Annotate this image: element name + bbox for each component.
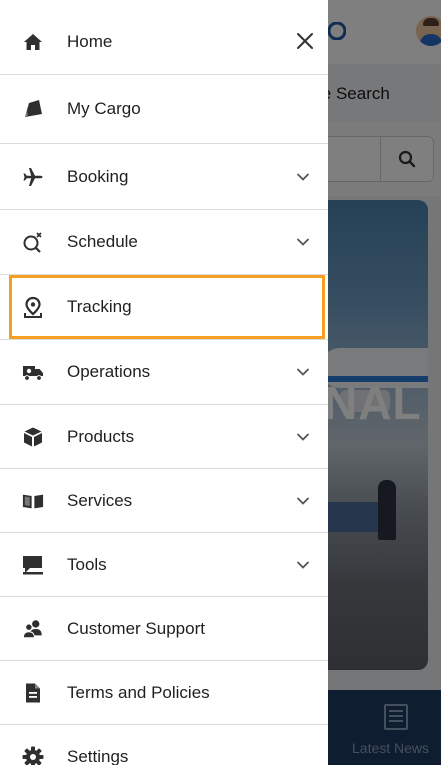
menu-item-booking[interactable]: Booking <box>0 144 328 210</box>
chevron-down-icon <box>297 433 309 441</box>
chevron-down-icon <box>297 238 309 246</box>
navigation-drawer: Home My Cargo Booking Schedule Tracking <box>0 0 328 765</box>
menu-item-tracking[interactable]: Tracking <box>0 275 328 340</box>
truck-icon <box>22 361 44 383</box>
menu-item-label: Terms and Policies <box>67 682 210 702</box>
close-icon[interactable] <box>294 30 316 52</box>
book-icon <box>22 490 44 512</box>
tools-icon <box>22 554 44 576</box>
menu-item-customer-support[interactable]: Customer Support <box>0 597 328 661</box>
users-icon <box>22 618 44 640</box>
menu-item-home[interactable]: Home <box>0 10 328 75</box>
menu-item-products[interactable]: Products <box>0 405 328 469</box>
menu-item-label: Customer Support <box>67 618 205 638</box>
menu-item-label: Booking <box>67 166 129 186</box>
menu-item-label: Services <box>67 490 133 510</box>
schedule-icon <box>22 231 44 253</box>
chevron-down-icon <box>297 173 309 181</box>
menu-item-label: Operations <box>67 362 151 381</box>
menu-item-schedule[interactable]: Schedule <box>0 210 328 275</box>
menu-item-label: Settings <box>67 747 129 765</box>
airplane-icon <box>22 166 44 188</box>
menu-item-label: Home <box>67 32 113 51</box>
menu-item-label: Tools <box>67 554 107 574</box>
menu-item-label: Products <box>67 426 135 446</box>
menu-item-settings[interactable]: Settings <box>0 725 328 765</box>
chevron-down-icon <box>297 368 309 376</box>
menu-item-services[interactable]: Services <box>0 469 328 533</box>
box-icon <box>22 426 44 448</box>
chevron-down-icon <box>297 497 309 505</box>
home-icon <box>22 31 44 53</box>
menu-item-my-cargo[interactable]: My Cargo <box>0 75 328 144</box>
map-pin-icon <box>22 296 44 318</box>
menu-item-terms-and-policies[interactable]: Terms and Policies <box>0 661 328 725</box>
menu-item-tools[interactable]: Tools <box>0 533 328 597</box>
gear-icon <box>22 746 44 765</box>
document-icon <box>22 682 44 704</box>
menu-item-operations[interactable]: Operations <box>0 340 328 405</box>
menu-item-label: My Cargo <box>67 99 141 118</box>
cargo-icon <box>22 98 44 120</box>
chevron-down-icon <box>297 561 309 569</box>
menu-item-label: Tracking <box>67 297 132 316</box>
menu-item-label: Schedule <box>67 232 138 251</box>
